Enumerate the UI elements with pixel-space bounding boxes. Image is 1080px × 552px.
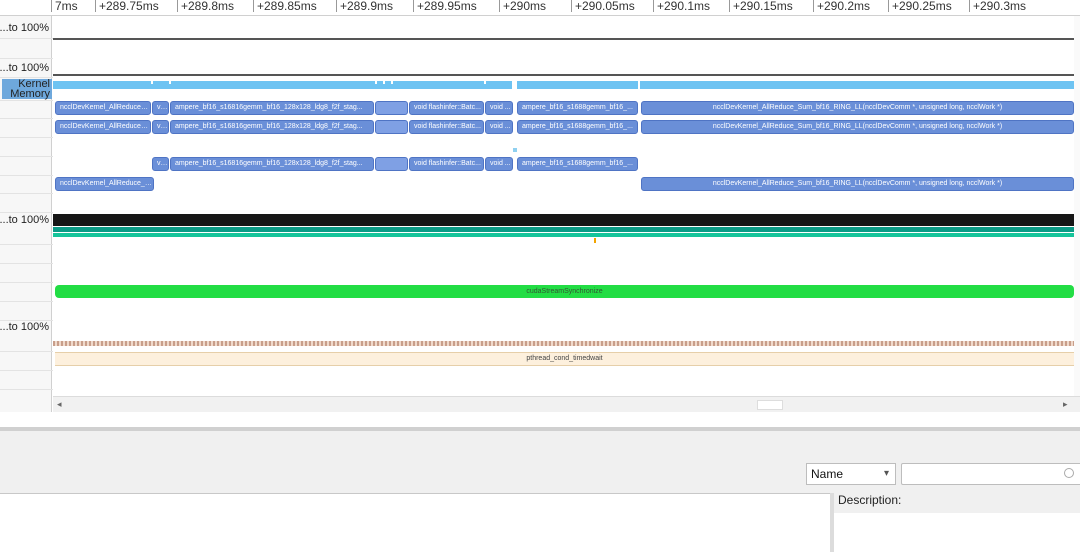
chevron-down-icon: ▾ <box>883 468 889 479</box>
kernel-event[interactable]: ncclDevKernel_AllReduce_Sum_bf16_RING_LL… <box>641 120 1074 134</box>
kernel-memory-label-block[interactable]: Kernel Memory <box>2 79 52 100</box>
scroll-left-arrow-icon[interactable]: ◂ <box>57 399 62 410</box>
details-panel: Name ▾ Description: <box>0 431 1080 552</box>
cpu-util-label: ...to 100% <box>0 214 49 226</box>
kernel-event[interactable]: ampere_bf16_s16816gemm_bf16_128x128_ldg8… <box>170 101 374 115</box>
scroll-right-arrow-icon[interactable]: ▸ <box>1063 399 1068 410</box>
kernel-event[interactable]: ncclDevKernel_AllReduce_Sum_bf16_RING_LL… <box>641 177 1074 191</box>
description-label: Description: <box>838 493 902 507</box>
kernel-gap-marker <box>391 80 393 84</box>
kernel-event[interactable] <box>375 157 408 171</box>
horizontal-scrollbar[interactable]: ◂ ▸ <box>53 396 1080 412</box>
search-input[interactable] <box>901 463 1080 485</box>
time-tick: +290.1ms <box>653 0 710 13</box>
kernel-event[interactable]: void flashinfer::Batc... <box>409 101 484 115</box>
time-tick: +290ms <box>499 0 546 13</box>
time-tick: +290.3ms <box>969 0 1026 13</box>
timeline-view[interactable]: ...to 100% ...to 100% Kernel Memory ...t… <box>0 16 1080 412</box>
kernel-summary-bar[interactable] <box>53 81 1074 89</box>
kernel-gap-marker <box>151 80 153 84</box>
cpu-event-marker <box>594 238 596 243</box>
kernel-event[interactable]: void flashinfer::Batc... <box>409 157 484 171</box>
kernel-gap-marker <box>169 80 171 84</box>
kernel-event[interactable]: vo... <box>152 101 169 115</box>
kernel-event[interactable]: ncclDevKernel_AllReduce_... <box>55 120 151 134</box>
kernel-event[interactable]: ampere_bf16_s16816gemm_bf16_128x128_ldg8… <box>170 120 374 134</box>
cpu-core-track[interactable] <box>53 227 1074 232</box>
kernel-event[interactable]: vo... <box>152 120 169 134</box>
kernel-event[interactable]: void flashinfer::Batc... <box>409 120 484 134</box>
memory-label: Memory <box>10 88 50 100</box>
kernel-gap-marker <box>512 80 517 92</box>
kernel-event[interactable]: ampere_bf16_s1688gemm_bf16_... <box>517 157 638 171</box>
kernel-gap-marker <box>484 80 486 84</box>
kernel-event[interactable] <box>375 101 408 115</box>
thread-util-label: ...to 100% <box>0 321 49 333</box>
sort-by-value: Name <box>811 467 844 481</box>
gpu-util-label: ...to 100% <box>0 22 49 34</box>
thread-activity-track[interactable] <box>53 341 1074 346</box>
time-tick: +289.75ms <box>95 0 159 13</box>
kernel-gap-marker <box>375 80 377 84</box>
track-area[interactable]: ncclDevKernel_AllReduce_... vo... ampere… <box>53 16 1074 412</box>
event-list[interactable] <box>0 493 830 552</box>
kernel-event[interactable]: ncclDevKernel_AllReduce_Sum_bf16_RING_LL… <box>641 101 1074 115</box>
row-label-column: ...to 100% ...to 100% Kernel Memory ...t… <box>0 16 52 412</box>
mem-util-baseline <box>53 74 1074 76</box>
time-tick: +289.8ms <box>177 0 234 13</box>
kernel-event[interactable]: vo... <box>152 157 169 171</box>
time-tick: +290.25ms <box>888 0 952 13</box>
kernel-gap-marker <box>638 80 640 92</box>
event-marker <box>513 148 517 152</box>
time-tick: +290.05ms <box>571 0 635 13</box>
kernel-gap-marker <box>383 80 385 84</box>
kernel-event[interactable]: void ... <box>485 120 513 134</box>
horizontal-scroll-thumb[interactable] <box>757 400 783 410</box>
search-icon <box>1064 468 1074 478</box>
description-box[interactable] <box>834 513 1080 552</box>
time-tick: +289.85ms <box>253 0 317 13</box>
profiler-window: 7ms +289.75ms +289.8ms +289.85ms +289.9m… <box>0 0 1080 552</box>
time-ruler[interactable]: 7ms +289.75ms +289.8ms +289.85ms +289.9m… <box>0 0 1080 16</box>
kernel-event[interactable] <box>375 120 408 134</box>
time-tick: +289.9ms <box>336 0 393 13</box>
mem-util-label: ...to 100% <box>0 62 49 74</box>
kernel-event[interactable]: ampere_bf16_s1688gemm_bf16_... <box>517 120 638 134</box>
time-tick: +289.95ms <box>413 0 477 13</box>
cuda-stream-sync-event[interactable]: cudaStreamSynchronize <box>55 285 1074 298</box>
kernel-event[interactable]: ampere_bf16_s16816gemm_bf16_128x128_ldg8… <box>170 157 374 171</box>
kernel-event[interactable]: ncclDevKernel_AllReduce_... <box>55 101 151 115</box>
time-tick: 7ms <box>51 0 78 13</box>
kernel-event[interactable]: void ... <box>485 157 513 171</box>
cpu-util-track[interactable] <box>53 214 1074 226</box>
time-tick: +290.2ms <box>813 0 870 13</box>
pthread-wait-event[interactable]: pthread_cond_timedwait <box>55 352 1074 366</box>
time-tick: +290.15ms <box>729 0 793 13</box>
gpu-util-baseline <box>53 38 1074 40</box>
description-pane: Description: <box>834 493 1080 552</box>
kernel-event[interactable]: ncclDevKernel_AllReduce_S... <box>55 177 154 191</box>
kernel-event[interactable]: void ... <box>485 101 513 115</box>
vertical-scrollbar[interactable]: ▾ <box>1074 16 1080 412</box>
kernel-event[interactable]: ampere_bf16_s1688gemm_bf16_... <box>517 101 638 115</box>
cpu-core-track[interactable] <box>53 233 1074 237</box>
sort-by-dropdown[interactable]: Name ▾ <box>806 463 896 485</box>
